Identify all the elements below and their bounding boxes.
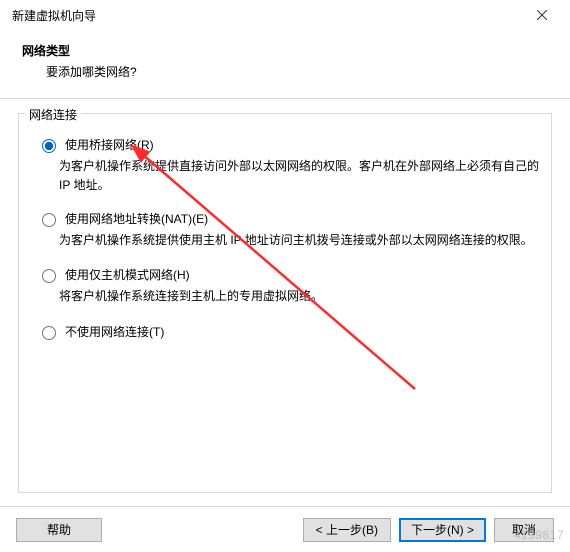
back-button[interactable]: < 上一步(B) [303, 518, 391, 542]
option-bridged: 使用桥接网络(R) 为客户机操作系统提供直接访问外部以太网网络的权限。客户机在外… [37, 136, 539, 194]
footer-buttons: 帮助 < 上一步(B) 下一步(N) > 取消 [0, 506, 570, 552]
label-none[interactable]: 不使用网络连接(T) [65, 323, 164, 340]
content-area: 网络连接 使用桥接网络(R) 为客户机操作系统提供直接访问外部以太网网络的权限。… [0, 99, 570, 493]
desc-bridged: 为客户机操作系统提供直接访问外部以太网网络的权限。客户机在外部网络上必须有自己的… [59, 157, 539, 194]
titlebar: 新建虚拟机向导 [0, 0, 570, 30]
page-title: 网络类型 [22, 42, 548, 59]
close-button[interactable] [522, 1, 562, 29]
close-icon [537, 10, 547, 20]
network-connection-group: 网络连接 使用桥接网络(R) 为客户机操作系统提供直接访问外部以太网网络的权限。… [18, 113, 552, 493]
radio-nat[interactable] [42, 213, 56, 227]
label-bridged[interactable]: 使用桥接网络(R) [65, 136, 154, 153]
cancel-button[interactable]: 取消 [494, 518, 554, 542]
option-none: 不使用网络连接(T) [37, 323, 539, 340]
option-nat: 使用网络地址转换(NAT)(E) 为客户机操作系统提供使用主机 IP 地址访问主… [37, 210, 539, 250]
desc-nat: 为客户机操作系统提供使用主机 IP 地址访问主机拨号连接或外部以太网网络连接的权… [59, 231, 539, 250]
radio-hostonly[interactable] [42, 269, 56, 283]
next-button[interactable]: 下一步(N) > [399, 518, 486, 542]
page-subtitle: 要添加哪类网络? [22, 59, 548, 90]
desc-hostonly: 将客户机操作系统连接到主机上的专用虚拟网络。 [59, 287, 539, 306]
label-hostonly[interactable]: 使用仅主机模式网络(H) [65, 266, 190, 283]
label-nat[interactable]: 使用网络地址转换(NAT)(E) [65, 210, 208, 227]
radio-bridged[interactable] [42, 139, 56, 153]
option-hostonly: 使用仅主机模式网络(H) 将客户机操作系统连接到主机上的专用虚拟网络。 [37, 266, 539, 306]
radio-none[interactable] [42, 326, 56, 340]
window-title: 新建虚拟机向导 [12, 7, 522, 24]
wizard-header: 网络类型 要添加哪类网络? [0, 30, 570, 99]
group-legend: 网络连接 [25, 106, 81, 123]
help-button[interactable]: 帮助 [16, 518, 102, 542]
